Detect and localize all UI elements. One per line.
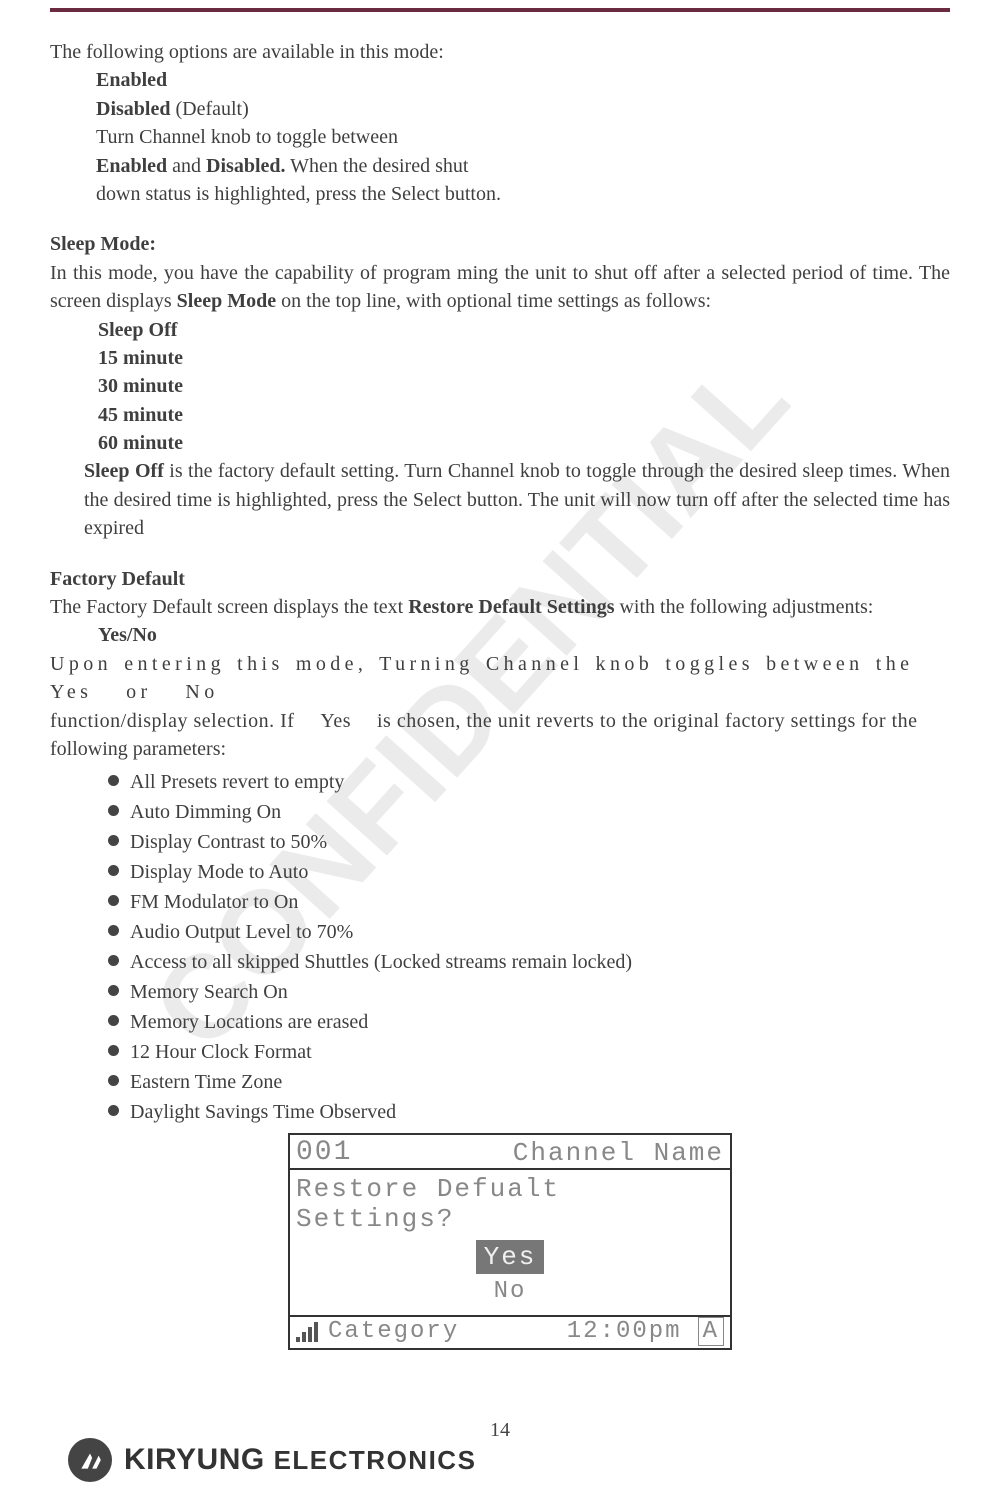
bullet-2: Display Contrast to 50% [108,827,950,857]
lcd-screen: 001 Channel Name Restore Defualt Setting… [288,1133,732,1350]
disabled2: Disabled. [206,155,285,177]
page-content: The following options are available in t… [50,38,950,1350]
lcd-prompt: Restore Defualt Settings? [296,1174,724,1234]
turn-line: Turn Channel knob to toggle between [96,123,950,151]
lcd-option-no: No [296,1278,724,1305]
factory-p2b: function/display selection. If Yes is ch… [50,707,950,735]
sleep-heading: Sleep Mode: [50,230,950,258]
factory-p1b: Restore Default Settings [408,596,614,618]
sleep-desc-b: Sleep Off [84,460,164,482]
factory-bullets: All Presets revert to empty Auto Dimming… [108,767,950,1127]
bullet-11: Daylight Savings Time Observed [108,1097,950,1127]
factory-p1c: with the following adjustments: [614,596,873,618]
sleep-item-4: 60 minute [98,432,183,454]
opt-disabled-suffix: (Default) [170,98,248,120]
down-line: down status is highlighted, press the Se… [96,180,950,208]
factory-heading: Factory Default [50,565,950,593]
bullet-4: FM Modulator to On [108,887,950,917]
bullet-7: Memory Search On [108,977,950,1007]
lcd-option-yes: Yes [476,1240,545,1274]
sleep-desc-tail: is the factory default setting. Turn Cha… [84,460,950,539]
bullet-9: 12 Hour Clock Format [108,1037,950,1067]
lcd-channel-number: 001 [296,1137,352,1168]
factory-p1a: The Factory Default screen displays the … [50,596,408,618]
bullet-5: Audio Output Level to 70% [108,917,950,947]
sleep-item-0: Sleep Off [98,319,177,341]
bullet-0: All Presets revert to empty [108,767,950,797]
lcd-category: Category [328,1318,459,1345]
bullet-3: Display Mode to Auto [108,857,950,887]
lcd-time: 12:00pm [469,1318,687,1345]
intro-line: The following options are available in t… [50,38,950,66]
sleep-para-b: Sleep Mode [177,290,276,312]
when-line: When the desired shut [286,155,469,177]
top-rule [50,8,950,12]
bullet-6: Access to all skipped Shuttles (Locked s… [108,947,950,977]
enabled2: Enabled [96,155,167,177]
and-word: and [167,155,206,177]
bullet-10: Eastern Time Zone [108,1067,950,1097]
sleep-item-1: 15 minute [98,347,183,369]
sleep-item-2: 30 minute [98,375,183,397]
sleep-item-3: 45 minute [98,404,183,426]
sleep-para-c: on the top line, with optional time sett… [276,290,711,312]
bullet-8: Memory Locations are erased [108,1007,950,1037]
factory-yesno: Yes/No [98,624,157,646]
brand-suffix: ELECTRONICS [274,1445,477,1475]
footer-brand: KIRYUNG ELECTRONICS [68,1438,476,1482]
factory-p2c: following parameters: [50,735,950,763]
lcd-antenna-letter: A [698,1317,724,1346]
opt-disabled: Disabled [96,98,170,120]
brand-name: KIRYUNG [124,1443,265,1476]
signal-bars-icon [296,1322,318,1342]
brand-logo-icon [68,1438,112,1482]
opt-enabled: Enabled [96,69,167,91]
lcd-channel-title: Channel Name [513,1138,724,1168]
bullet-1: Auto Dimming On [108,797,950,827]
factory-p2a: Upon entering this mode, Turning Channel… [50,650,950,707]
